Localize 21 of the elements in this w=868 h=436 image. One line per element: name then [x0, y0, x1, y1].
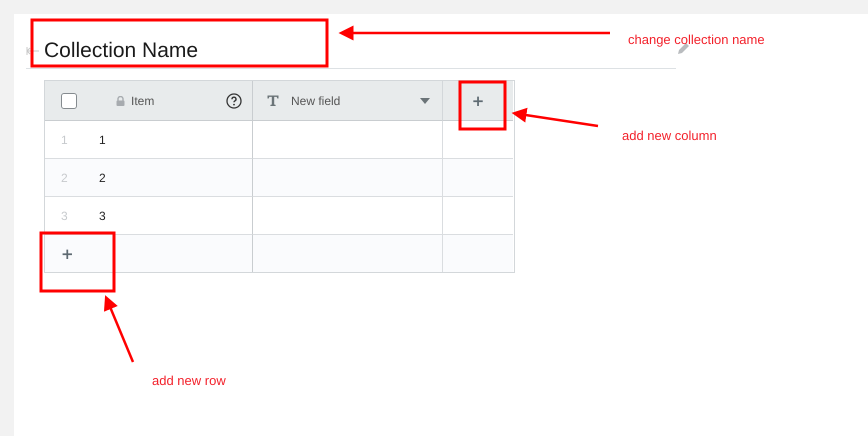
row-number: 1 — [60, 132, 69, 146]
table-cell: 2 — [99, 170, 106, 184]
annotation-label: add new column — [622, 128, 717, 143]
text-type-icon — [267, 95, 279, 106]
caret-icon[interactable] — [420, 98, 430, 104]
add-row-button[interactable]: + — [55, 242, 80, 264]
help-icon[interactable] — [226, 92, 242, 108]
arrow — [104, 295, 134, 362]
select-all-checkbox[interactable] — [61, 92, 77, 108]
add-column-button[interactable]: + — [466, 90, 490, 112]
column-header[interactable]: New field — [291, 94, 420, 108]
row-number: 3 — [60, 208, 69, 222]
column-header[interactable]: Item — [131, 94, 226, 108]
annotation-label: add new row — [152, 373, 226, 388]
collection-title[interactable]: Collection Name — [44, 39, 198, 63]
highlight-frame — [458, 80, 506, 130]
table-cell: 1 — [99, 132, 106, 146]
table-cell: 3 — [99, 208, 106, 222]
annotation-label: change collection name — [628, 32, 765, 47]
collapse-icon[interactable] — [26, 47, 40, 55]
lock-icon — [116, 96, 125, 106]
